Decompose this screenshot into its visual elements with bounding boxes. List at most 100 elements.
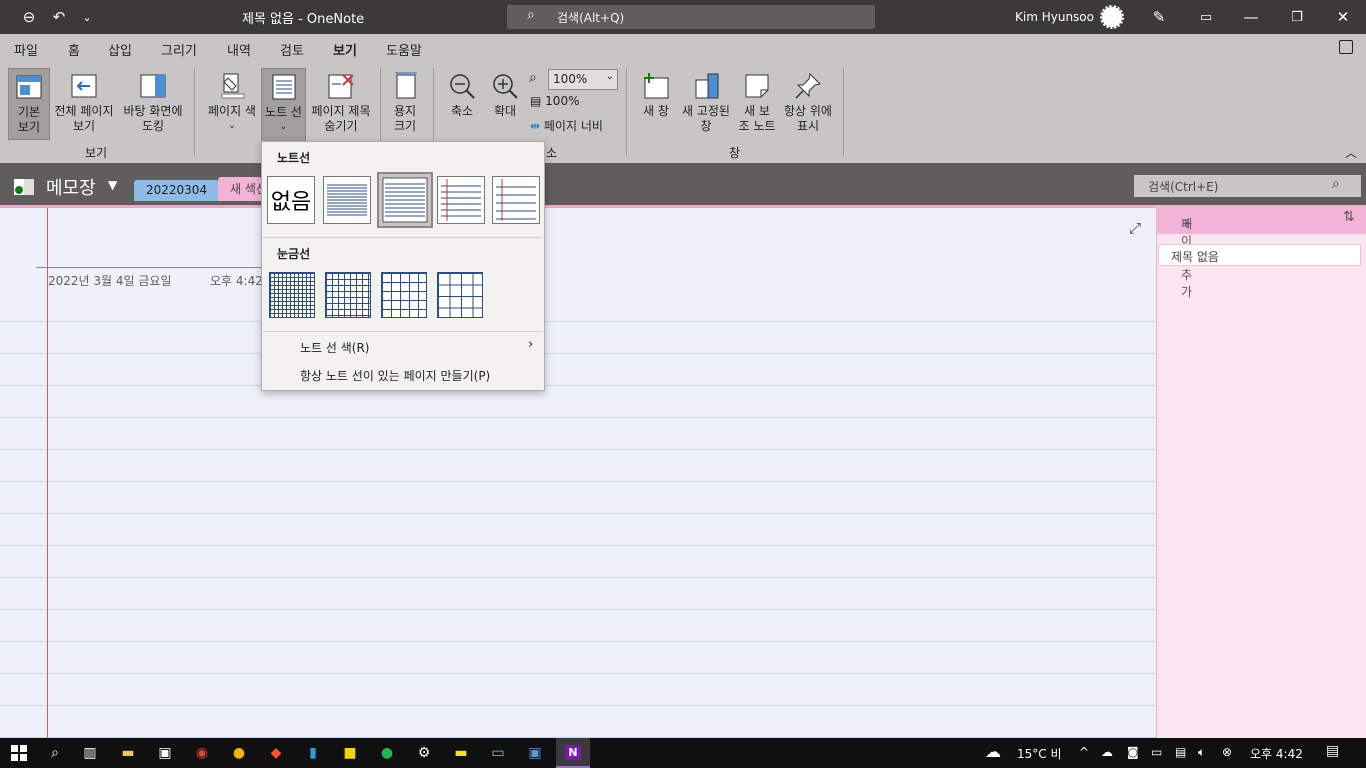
always-create-rule-lines-menu-item[interactable]: 항상 노트 선이 있는 페이지 만들기(P) (300, 367, 490, 384)
paper-size-button[interactable]: 용지 크기 (386, 72, 424, 134)
close-icon[interactable]: ✕ (1332, 0, 1354, 34)
hide-page-title-button[interactable]: 페이지 제목 숨기기 (307, 72, 375, 134)
notebook-icon[interactable] (12, 175, 36, 197)
tab-help[interactable]: 도움말 (386, 40, 422, 59)
page-list-item[interactable]: 제목 없음 (1158, 244, 1361, 266)
section-tab-new-section[interactable]: 새 섹션 (218, 177, 262, 201)
page-width-button[interactable]: ⇹ 페이지 너비 (530, 117, 603, 134)
clock[interactable]: 오후 4:42 (1250, 745, 1303, 762)
page-color-label: 페이지 색 (208, 104, 256, 118)
avatar[interactable] (1100, 5, 1124, 29)
rule-line (0, 577, 1156, 578)
tab-home[interactable]: 홈 (68, 40, 80, 59)
notebook-name[interactable]: 메모장 (46, 174, 96, 200)
app-coin-icon[interactable]: ● (228, 742, 250, 764)
pen-icon[interactable]: ✎ (1148, 0, 1170, 34)
dock-to-desktop-label: 바탕 화면에 도킹 (123, 104, 183, 133)
remote-desktop-icon[interactable]: ▭ (487, 742, 509, 764)
undo-icon[interactable]: ↶ (48, 0, 70, 34)
file-explorer-icon[interactable]: ▬ (117, 742, 139, 764)
minimize-icon[interactable]: — (1240, 0, 1262, 34)
zoom-out-button[interactable]: 축소 (444, 72, 480, 119)
full-page-view-label: 전체 페이지 보기 (54, 104, 114, 133)
new-side-note-button[interactable]: 새 보 조 노트 (735, 72, 779, 134)
zoom-100-button[interactable]: ▤ 100% (530, 94, 579, 108)
task-view-icon[interactable]: ▥ (79, 742, 101, 764)
user-name[interactable]: Kim Hyunsoo (1015, 10, 1094, 24)
always-on-top-button[interactable]: 항상 위에 표시 (781, 72, 835, 134)
expand-icon[interactable]: ⤢ (1129, 219, 1141, 237)
rule-option-narrow[interactable] (323, 176, 371, 224)
zoom-in-button[interactable]: 확대 (487, 72, 523, 119)
windows-start-icon[interactable] (8, 742, 30, 764)
add-page-button[interactable]: ＋ 페이지 추가 ⇅ (1157, 205, 1366, 299)
tab-review[interactable]: 검토 (280, 40, 304, 59)
new-window-button[interactable]: 새 창 (638, 72, 674, 119)
tab-history[interactable]: 내역 (227, 40, 251, 59)
rule-line (0, 385, 1156, 386)
maximize-icon[interactable]: ❐ (1286, 0, 1308, 34)
phone-app-icon[interactable]: ▮ (302, 742, 324, 764)
zoom-combobox[interactable]: 100% ⌄ (548, 69, 618, 90)
app-blue-icon[interactable]: ▣ (524, 742, 546, 764)
weather-cloud-icon[interactable]: ☁ (985, 742, 1001, 761)
grid-option-large[interactable] (381, 272, 427, 318)
notebook-search-box[interactable]: 검색(Ctrl+E) ⌕ (1134, 175, 1361, 197)
rule-lines-button[interactable]: 노트 선 ⌄ (261, 68, 306, 142)
quick-access-dropdown-icon[interactable]: ⌄ (78, 0, 96, 34)
store-icon[interactable]: ▣ (154, 742, 176, 764)
tab-view[interactable]: 보기 (333, 40, 357, 66)
normal-view-icon (15, 73, 43, 101)
full-page-view-icon (70, 72, 98, 100)
sticky-note-app-icon[interactable]: ■ (339, 742, 361, 764)
back-icon[interactable]: ⊖ (18, 0, 40, 34)
rule-option-wide[interactable] (492, 176, 540, 224)
grid-option-small[interactable] (269, 272, 315, 318)
sort-icon[interactable]: ⇅ (1343, 209, 1355, 225)
sticky-notes-icon[interactable] (1339, 40, 1353, 54)
section-tab-20220304[interactable]: 20220304 (134, 180, 220, 201)
network-icon[interactable]: ▤ (1175, 745, 1186, 759)
onedrive-cloud-icon[interactable]: ☁ (1101, 745, 1113, 759)
search-icon[interactable]: ⌕ (44, 742, 66, 764)
page-canvas[interactable]: 2022년 3월 4일 금요일 오후 4:42 ⤢ (0, 205, 1156, 738)
battery-icon[interactable]: ▭ (1151, 745, 1162, 759)
settings-gear-icon[interactable]: ⚙ (413, 742, 435, 764)
kakaotalk-icon[interactable]: ▬ (450, 742, 472, 764)
page-color-button[interactable]: 페이지 색 ⌄ (204, 72, 260, 134)
tab-draw[interactable]: 그리기 (161, 40, 197, 59)
camera-icon[interactable]: ◙ (1127, 745, 1139, 759)
dock-to-desktop-button[interactable]: 바탕 화면에 도킹 (119, 72, 187, 134)
rule-option-standard[interactable] (437, 176, 485, 224)
brave-icon[interactable]: ◆ (265, 742, 287, 764)
spotify-icon[interactable]: ● (376, 742, 398, 764)
tab-file[interactable]: 파일 (14, 40, 38, 59)
new-docked-window-button[interactable]: 새 고정된 창 (678, 72, 734, 134)
rule-line (0, 705, 1156, 706)
show-hidden-icons-chevron-icon[interactable]: ^ (1079, 745, 1089, 759)
notification-icon[interactable]: ▤ (1326, 743, 1339, 759)
grid-option-very-large[interactable] (437, 272, 483, 318)
tab-insert[interactable]: 삽입 (108, 40, 132, 59)
chrome-icon[interactable]: ◉ (191, 742, 213, 764)
collapse-ribbon-icon[interactable]: ︿ (1345, 144, 1357, 161)
onenote-taskbar-icon[interactable]: N (556, 738, 590, 768)
grid-option-medium[interactable] (325, 272, 371, 318)
search-box[interactable]: ⌕ 검색(Alt+Q) (507, 5, 875, 29)
restore-ribbon-icon[interactable]: ▭ (1195, 0, 1217, 34)
caret-down-icon[interactable]: ▼ (108, 178, 117, 192)
rule-line-color-menu-item[interactable]: 노트 선 색(R) (300, 339, 370, 356)
mute-x-icon[interactable]: ⊗ (1222, 745, 1232, 759)
weather-text[interactable]: 15°C 비 (1017, 745, 1062, 762)
normal-view-button[interactable]: 기본 보기 (8, 68, 50, 140)
rule-option-college[interactable] (377, 172, 433, 228)
chevron-down-icon: ⌄ (605, 71, 614, 82)
zoom-in-label: 확대 (493, 104, 517, 118)
magnifier-icon: ⌕ (529, 70, 537, 86)
docked-window-icon (692, 72, 720, 100)
volume-icon[interactable]: 🔈︎ (1198, 745, 1205, 760)
dock-icon (139, 72, 167, 100)
rule-option-none[interactable]: 없음 (267, 176, 315, 224)
full-page-view-button[interactable]: 전체 페이지 보기 (50, 72, 118, 134)
rule-line (0, 513, 1156, 514)
